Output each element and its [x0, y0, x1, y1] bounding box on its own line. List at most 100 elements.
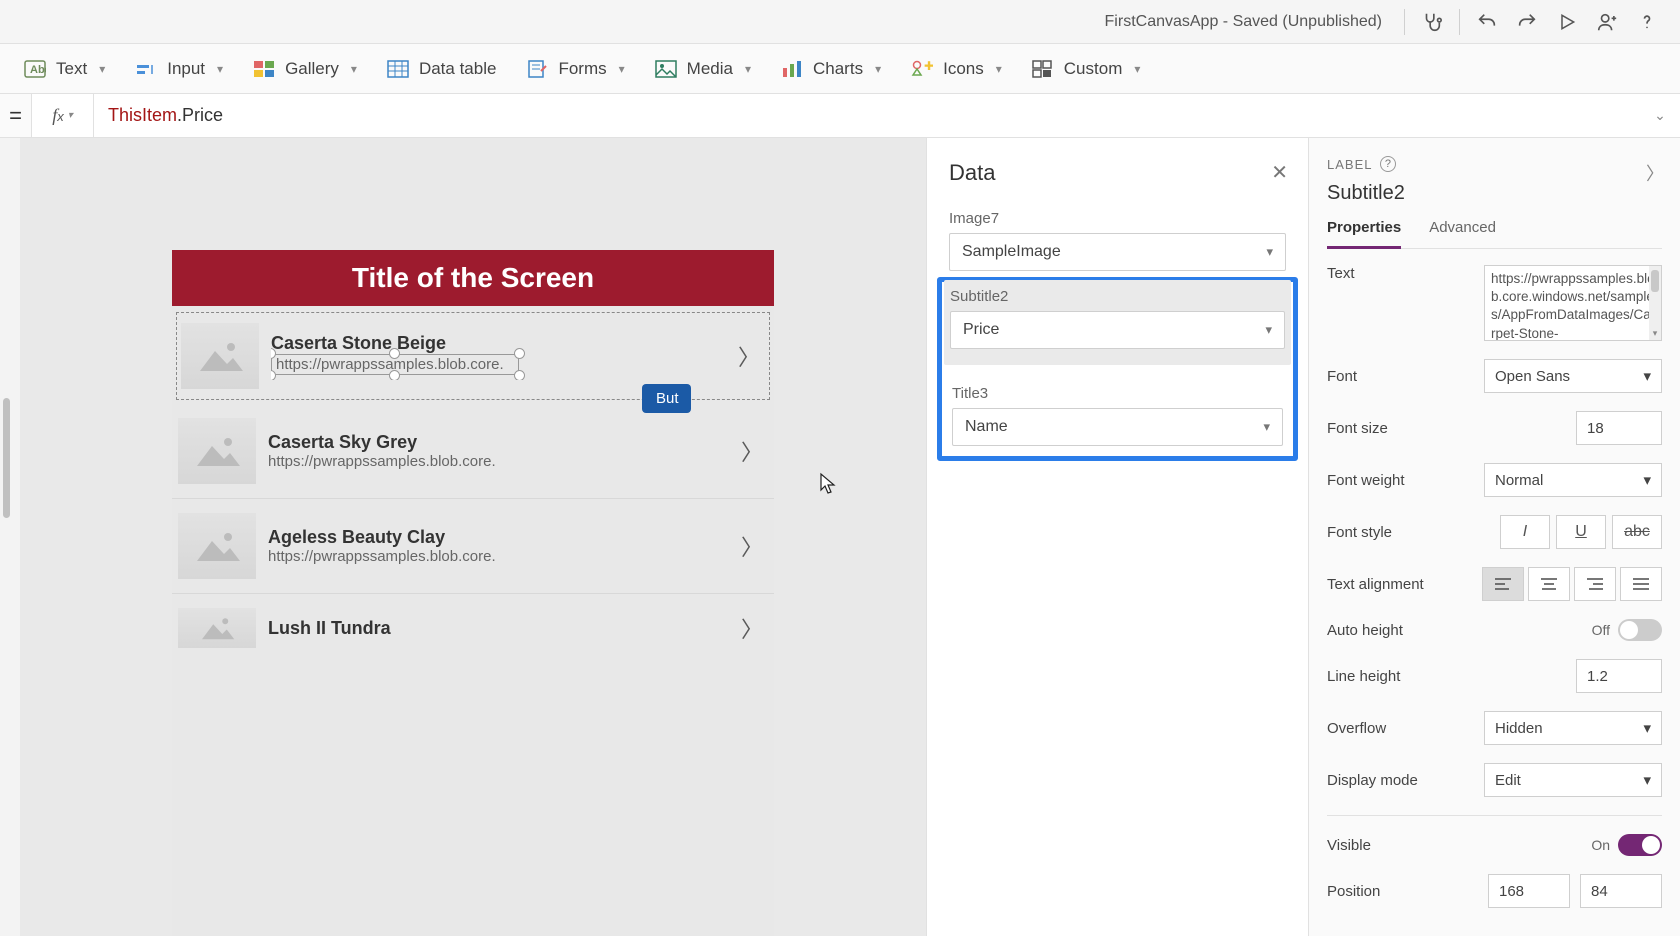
align-center-button[interactable] — [1528, 567, 1570, 601]
formula-expand-icon[interactable]: ⌄ — [1640, 107, 1680, 124]
italic-button[interactable]: I — [1500, 515, 1550, 549]
underline-button[interactable]: U — [1556, 515, 1606, 549]
canvas-button[interactable]: But — [642, 384, 691, 413]
font-select[interactable]: Open Sans — [1484, 359, 1662, 393]
prop-row-text: Text https://pwrappssamples.blob.core.wi… — [1327, 265, 1662, 341]
stethoscope-icon[interactable] — [1415, 5, 1449, 39]
data-field-label: Subtitle2 — [950, 288, 1285, 305]
chevron-right-icon[interactable]: 〉 — [733, 340, 765, 372]
fx-dropdown[interactable]: fx — [32, 94, 94, 137]
align-right-button[interactable] — [1574, 567, 1616, 601]
prop-label: Font — [1327, 368, 1484, 385]
phone-screen: Title of the Screen Caserta Stone Beige … — [172, 250, 774, 936]
prop-label: Position — [1327, 883, 1488, 900]
ribbon-icons[interactable]: ✚ Icons — [911, 59, 1002, 79]
visible-toggle[interactable] — [1618, 834, 1662, 856]
prop-row-text-align: Text alignment — [1327, 567, 1662, 601]
gallery-icon — [253, 60, 275, 78]
ribbon-charts[interactable]: Charts — [781, 59, 881, 79]
undo-icon[interactable] — [1470, 5, 1504, 39]
gallery-item[interactable]: Caserta Sky Grey https://pwrappssamples.… — [172, 404, 774, 499]
chevron-right-icon[interactable]: 〉 — [736, 612, 768, 644]
scrollbar-thumb[interactable] — [3, 398, 10, 518]
properties-tabs: Properties Advanced — [1327, 219, 1662, 249]
position-inputs — [1488, 874, 1662, 908]
prop-label: Overflow — [1327, 720, 1484, 737]
titlebar: FirstCanvasApp - Saved (Unpublished) — [0, 0, 1680, 44]
play-icon[interactable] — [1550, 5, 1584, 39]
redo-icon[interactable] — [1510, 5, 1544, 39]
help-icon[interactable] — [1630, 5, 1664, 39]
ribbon-media[interactable]: Media — [655, 59, 751, 79]
formula-token-object: ThisItem — [108, 105, 177, 126]
input-icon — [135, 60, 157, 78]
ribbon-label: Media — [687, 59, 733, 79]
chevron-down-icon — [1266, 244, 1273, 260]
chevron-right-icon[interactable]: 〉 — [736, 435, 768, 467]
tab-advanced[interactable]: Advanced — [1429, 219, 1496, 248]
chevron-down-icon — [745, 62, 751, 76]
prop-row-visible: Visible On — [1327, 834, 1662, 856]
forms-icon — [526, 60, 548, 78]
tab-properties[interactable]: Properties — [1327, 219, 1401, 249]
ribbon-custom[interactable]: Custom — [1032, 59, 1141, 79]
ribbon-data-table[interactable]: Data table — [387, 59, 497, 79]
image-placeholder-icon — [181, 323, 259, 389]
ribbon-label: Text — [56, 59, 87, 79]
align-justify-button[interactable] — [1620, 567, 1662, 601]
insert-ribbon: Abc Text Input Gallery Data table Forms … — [0, 44, 1680, 94]
formula-bar: = fx ThisItem.Price ⌄ — [0, 94, 1680, 138]
prop-row-font-style: Font style I U abc — [1327, 515, 1662, 549]
icons-icon: ✚ — [911, 60, 933, 78]
ribbon-label: Charts — [813, 59, 863, 79]
prop-label: Font weight — [1327, 472, 1484, 489]
chevron-down-icon[interactable]: ▾ — [1651, 329, 1659, 338]
formula-input[interactable]: ThisItem.Price — [94, 94, 1640, 137]
font-style-buttons: I U abc — [1500, 515, 1662, 549]
chevron-right-icon[interactable]: 〉 — [1646, 160, 1664, 186]
resize-handle[interactable] — [514, 348, 525, 359]
ribbon-gallery[interactable]: Gallery — [253, 59, 357, 79]
data-field-select-subtitle[interactable]: Price — [950, 311, 1285, 349]
scrollbar-thumb[interactable] — [1651, 270, 1659, 292]
font-size-input[interactable] — [1576, 411, 1662, 445]
scrollbar[interactable]: ▾ — [1649, 266, 1661, 340]
gallery-item[interactable]: Ageless Beauty Clay https://pwrappssampl… — [172, 499, 774, 594]
gallery-item-subtitle: https://pwrappssamples.blob.core. — [268, 548, 724, 565]
close-icon[interactable]: ✕ — [1271, 160, 1288, 185]
position-x-input[interactable] — [1488, 874, 1570, 908]
highlighted-region: Subtitle2 Price Title3 Name — [937, 277, 1298, 461]
gallery-item[interactable]: Lush II Tundra 〉 — [172, 594, 774, 662]
ribbon-input[interactable]: Input — [135, 59, 223, 79]
overflow-select[interactable]: Hidden — [1484, 711, 1662, 745]
help-icon[interactable]: ? — [1380, 156, 1396, 172]
equals-label: = — [0, 94, 32, 137]
auto-height-toggle[interactable] — [1618, 619, 1662, 641]
ribbon-text[interactable]: Abc Text — [24, 59, 105, 79]
prop-row-position: Position — [1327, 874, 1662, 908]
selected-control-name: Subtitle2 — [1327, 182, 1662, 205]
resize-handle[interactable] — [514, 370, 525, 380]
canvas-area[interactable]: Title of the Screen Caserta Stone Beige … — [20, 138, 926, 936]
data-field-select-title[interactable]: Name — [952, 408, 1283, 446]
chevron-down-icon — [1643, 471, 1651, 489]
strikethrough-button[interactable]: abc — [1612, 515, 1662, 549]
share-person-icon[interactable] — [1590, 5, 1624, 39]
position-y-input[interactable] — [1580, 874, 1662, 908]
line-height-input[interactable] — [1576, 659, 1662, 693]
chevron-down-icon — [1643, 719, 1651, 737]
chevron-right-icon[interactable]: 〉 — [736, 530, 768, 562]
gallery-control[interactable]: Caserta Stone Beige https://pwrappssampl… — [172, 306, 774, 664]
align-left-button[interactable] — [1482, 567, 1524, 601]
ribbon-forms[interactable]: Forms — [526, 59, 624, 79]
display-mode-select[interactable]: Edit — [1484, 763, 1662, 797]
resize-handle[interactable] — [389, 348, 400, 359]
resize-handle[interactable] — [389, 370, 400, 380]
prop-label: Text — [1327, 265, 1484, 282]
font-weight-select[interactable]: Normal — [1484, 463, 1662, 497]
gallery-item-text: Caserta Stone Beige https://pwrappssampl… — [271, 333, 721, 380]
text-value-textarea[interactable]: https://pwrappssamples.blob.core.windows… — [1484, 265, 1662, 341]
data-pane-title: Data — [949, 160, 1286, 186]
data-field-select-image[interactable]: SampleImage — [949, 233, 1286, 271]
data-pane: Data ✕ Image7 SampleImage Subtitle2 Pric… — [926, 138, 1308, 936]
